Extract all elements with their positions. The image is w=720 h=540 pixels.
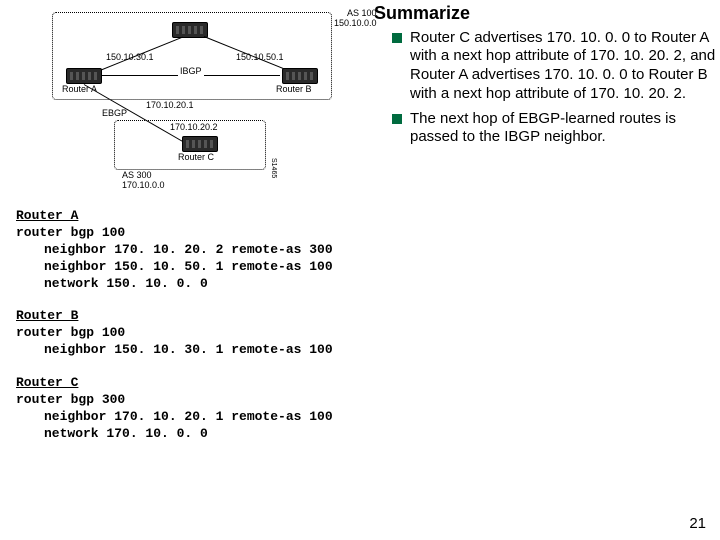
- config-section: Router A router bgp 100 neighbor 170. 10…: [16, 208, 720, 443]
- summary-title: Summarize: [374, 2, 716, 25]
- router-c-name: Router C: [178, 152, 214, 162]
- label-ip-a-down: 170.10.20.1: [146, 100, 194, 110]
- config-line: router bgp 100: [16, 225, 125, 240]
- router-c-icon: [182, 136, 218, 152]
- config-line: neighbor 150. 10. 30. 1 remote-as 100: [16, 342, 720, 359]
- summary-bullet: The next hop of EBGP-learned routes is p…: [392, 110, 716, 148]
- config-router-a: Router A router bgp 100 neighbor 170. 10…: [16, 208, 720, 292]
- router-b-name: Router B: [276, 84, 312, 94]
- config-line: router bgp 100: [16, 325, 125, 340]
- config-router-c: Router C router bgp 300 neighbor 170. 10…: [16, 375, 720, 443]
- config-line: network 170. 10. 0. 0: [16, 426, 720, 443]
- config-title: Router C: [16, 375, 78, 390]
- label-ibgp: IBGP: [178, 66, 204, 76]
- page-number: 21: [689, 515, 706, 532]
- config-router-b: Router B router bgp 100 neighbor 150. 10…: [16, 308, 720, 359]
- as100-label: AS 100 150.10.0.0: [334, 8, 377, 28]
- as300-label: AS 300 170.10.0.0: [122, 170, 165, 190]
- config-line: neighbor 150. 10. 50. 1 remote-as 100: [16, 259, 720, 276]
- config-line: router bgp 300: [16, 392, 125, 407]
- label-ip-a-top: 150.10.30.1: [106, 52, 154, 62]
- summary-panel: Summarize Router C advertises 170. 10. 0…: [366, 0, 720, 153]
- label-ip-b-top: 150.10.50.1: [236, 52, 284, 62]
- label-ebgp: EBGP: [102, 108, 127, 118]
- network-diagram: AS 100 150.10.0.0 Router A 150.10.30.1 R…: [6, 4, 366, 184]
- config-title: Router A: [16, 208, 78, 223]
- router-b-icon: [282, 68, 318, 84]
- figure-id: S1465: [270, 158, 277, 178]
- config-line: neighbor 170. 10. 20. 2 remote-as 300: [16, 242, 720, 259]
- router-a-icon: [66, 68, 102, 84]
- router-top-icon: [172, 22, 208, 38]
- config-line: neighbor 170. 10. 20. 1 remote-as 100: [16, 409, 720, 426]
- config-title: Router B: [16, 308, 78, 323]
- config-line: network 150. 10. 0. 0: [16, 276, 720, 293]
- summary-bullet: Router C advertises 170. 10. 0. 0 to Rou…: [392, 29, 716, 104]
